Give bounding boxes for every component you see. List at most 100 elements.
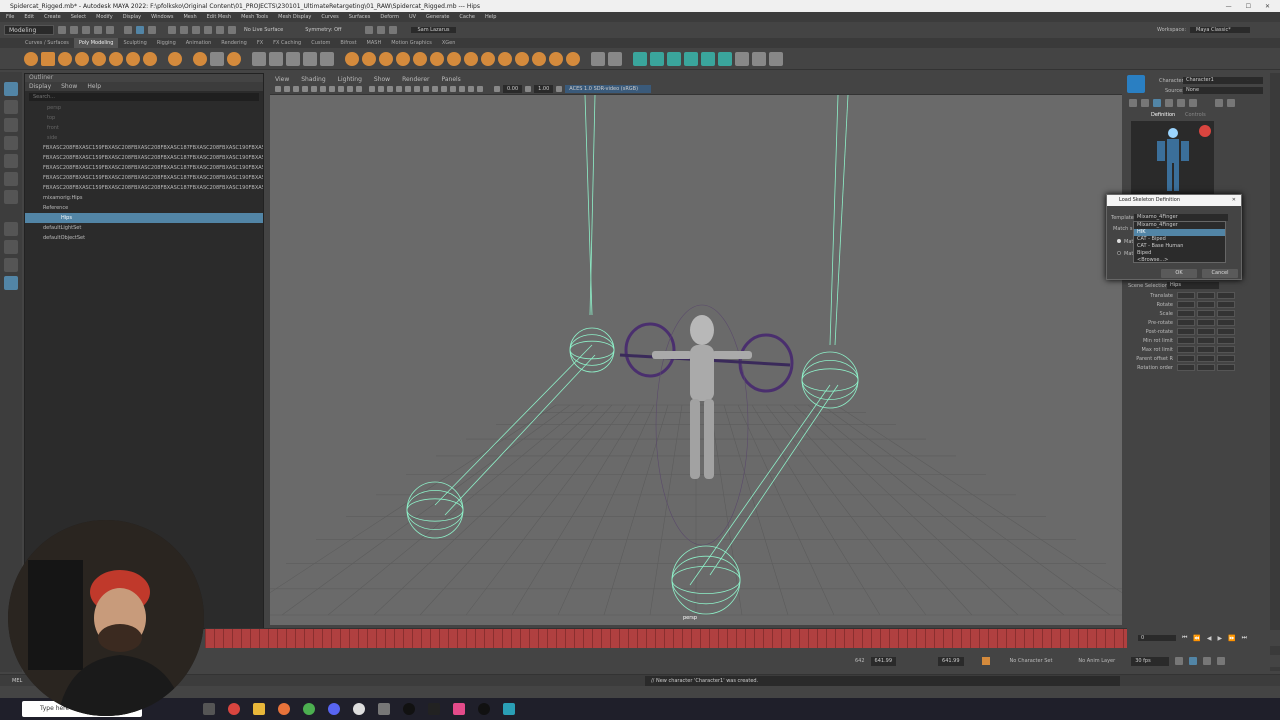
shelf-tab[interactable]: FX Caching — [268, 38, 306, 48]
attribute-value-cell[interactable] — [1197, 328, 1215, 335]
template-option[interactable]: Mixamo_4Finger — [1134, 222, 1225, 229]
merge-icon[interactable] — [430, 51, 444, 66]
rotate-tool-icon[interactable] — [4, 154, 18, 168]
poly-sphere-icon[interactable] — [24, 51, 38, 66]
outliner-item[interactable]: FBXASC208FBXASC159FBXASC208FBXASC208FBXA… — [25, 183, 263, 193]
outliner-item[interactable]: side — [25, 133, 263, 143]
attribute-value-cell[interactable] — [1177, 346, 1195, 353]
user-account[interactable]: Sam Lazarus — [411, 27, 456, 33]
menu-mesh-tools[interactable]: Mesh Tools — [241, 14, 268, 20]
snap-curve-icon[interactable] — [180, 26, 188, 34]
field-chart-icon[interactable] — [347, 86, 353, 92]
antialiasing-icon[interactable] — [450, 86, 456, 92]
template-option[interactable]: <Browse...> — [1134, 257, 1225, 264]
outliner-item[interactable]: defaultObjectSet — [25, 233, 263, 243]
gamma-icon[interactable] — [525, 86, 532, 92]
save-definition-icon[interactable] — [1189, 99, 1197, 107]
gamma-field[interactable]: 1.00 — [534, 85, 554, 93]
symmetry-dropdown[interactable]: Symmetry: Off — [305, 27, 341, 33]
template-option[interactable]: CAT - Base Human — [1134, 243, 1225, 250]
workspace-dropdown[interactable]: Maya Classic* — [1190, 27, 1250, 33]
two-view-layout-icon[interactable] — [4, 258, 18, 272]
wireframe-icon[interactable] — [369, 86, 375, 92]
resolution-gate-icon[interactable] — [329, 86, 335, 92]
single-view-layout-icon[interactable] — [4, 222, 18, 236]
step-forward-icon[interactable]: ⏩ — [1228, 635, 1235, 642]
render-settings-icon[interactable] — [389, 26, 398, 34]
attribute-value-cell[interactable] — [1177, 364, 1195, 371]
pose-icon[interactable] — [1215, 99, 1223, 107]
smooth-icon[interactable] — [286, 51, 300, 66]
camera-select-icon[interactable] — [275, 86, 281, 92]
outliner-item[interactable]: FBXASC208FBXASC159FBXASC208FBXASC208FBXA… — [25, 143, 263, 153]
create-character-icon[interactable] — [1129, 99, 1137, 107]
fill-hole-icon[interactable] — [413, 51, 427, 66]
multi-cut-icon[interactable] — [464, 51, 478, 66]
attribute-value-cell[interactable] — [1177, 328, 1195, 335]
text-tool-icon[interactable] — [210, 51, 224, 66]
view-transform-dropdown[interactable]: ACES 1.0 SDR-video (sRGB) — [565, 85, 652, 93]
snap-grid-icon[interactable] — [168, 26, 176, 34]
ok-button[interactable]: OK — [1161, 269, 1197, 278]
media-icon[interactable] — [478, 703, 490, 715]
slide-edge-icon[interactable] — [566, 51, 580, 66]
textured-icon[interactable] — [405, 86, 411, 92]
shelf-tab[interactable]: Sculpting — [118, 38, 151, 48]
attribute-value-cell[interactable] — [1217, 364, 1235, 371]
smooth-shade-icon[interactable] — [378, 86, 384, 92]
four-view-layout-icon[interactable] — [4, 240, 18, 254]
shelf-tab[interactable]: Motion Graphics — [386, 38, 437, 48]
cut-uv-icon[interactable] — [718, 51, 732, 66]
cancel-button[interactable]: Cancel — [1202, 269, 1238, 278]
layout-uv-icon[interactable] — [752, 51, 766, 66]
outliner-item[interactable]: defaultLightSet — [25, 223, 263, 233]
xray-icon[interactable] — [468, 86, 474, 92]
key-icon[interactable] — [981, 657, 990, 665]
delete-history-icon[interactable] — [769, 51, 783, 66]
playback-start-field[interactable]: 641.99 — [870, 656, 897, 666]
mirror-definition-icon[interactable] — [1177, 99, 1185, 107]
offset-edge-loop-icon[interactable] — [532, 51, 546, 66]
go-to-start-icon[interactable]: ⏮ — [1182, 634, 1187, 642]
outliner-menu-help[interactable]: Help — [87, 83, 101, 90]
cylindrical-map-icon[interactable] — [667, 51, 681, 66]
time-slider[interactable] — [205, 628, 1127, 648]
menu-modify[interactable]: Modify — [96, 14, 113, 20]
template-option[interactable]: HIK — [1134, 229, 1225, 236]
safe-action-icon[interactable] — [356, 86, 362, 92]
outliner-item[interactable]: FBXASC208FBXASC159FBXASC208FBXASC208FBXA… — [25, 173, 263, 183]
maximize-icon[interactable]: ☐ — [1246, 3, 1251, 10]
template-option[interactable]: CAT - Biped — [1134, 236, 1225, 243]
snap-point-icon[interactable] — [192, 26, 200, 34]
camera-attr-icon[interactable] — [284, 86, 290, 92]
attribute-value-cell[interactable] — [1177, 319, 1195, 326]
obs-icon[interactable] — [353, 703, 365, 715]
open-scene-icon[interactable] — [70, 26, 78, 34]
menu-uv[interactable]: UV — [409, 14, 416, 20]
select-hierarchy-icon[interactable] — [124, 26, 132, 34]
exposure-field[interactable]: 0.00 — [503, 85, 523, 93]
go-to-end-icon[interactable]: ⏭ — [1242, 634, 1247, 642]
isolate-select-icon[interactable] — [459, 86, 465, 92]
tab-definition[interactable]: Definition — [1151, 112, 1175, 118]
svg-tool-icon[interactable] — [227, 51, 241, 66]
vp-menu-renderer[interactable]: Renderer — [402, 76, 429, 83]
attribute-value-cell[interactable] — [1217, 328, 1235, 335]
attribute-value-cell[interactable] — [1217, 292, 1235, 299]
scale-tool-icon[interactable] — [4, 172, 18, 186]
attribute-value-cell[interactable] — [1197, 355, 1215, 362]
move-tool-icon[interactable] — [4, 136, 18, 150]
current-frame-field[interactable]: 0 — [1138, 635, 1176, 641]
xray-joints-icon[interactable] — [477, 86, 483, 92]
close-icon[interactable]: ✕ — [1265, 3, 1270, 10]
task-view-icon[interactable] — [203, 703, 215, 715]
select-component-icon[interactable] — [148, 26, 156, 34]
redo-icon[interactable] — [106, 26, 114, 34]
skeleton-figure-view[interactable] — [1131, 121, 1214, 195]
poly-cube-icon[interactable] — [41, 51, 55, 66]
mode-dropdown[interactable]: Modeling — [4, 25, 54, 35]
attribute-value-cell[interactable] — [1177, 310, 1195, 317]
boolean-icon[interactable] — [303, 51, 317, 66]
tab-controls[interactable]: Controls — [1185, 112, 1206, 118]
vp-menu-panels[interactable]: Panels — [441, 76, 460, 83]
